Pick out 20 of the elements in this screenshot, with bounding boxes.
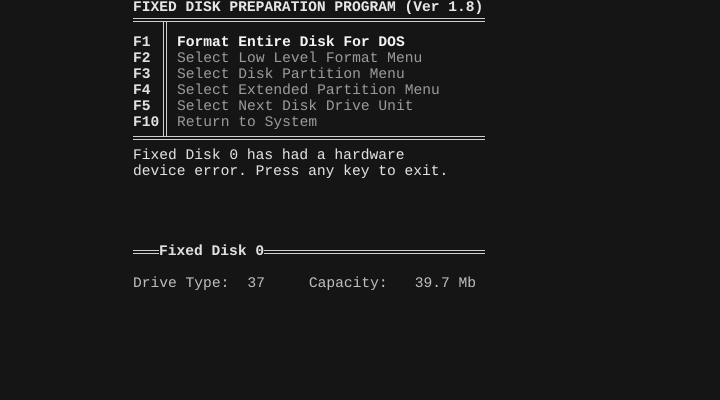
function-key: F10 (133, 115, 163, 131)
program-title: FIXED DISK PREPARATION PROGRAM (Ver 1.8) (133, 0, 484, 16)
menu-item[interactable]: Select Low Level Format Menu (177, 51, 440, 67)
error-message: device error. Press any key to exit. (133, 164, 450, 180)
menu-item[interactable]: Select Next Disk Drive Unit (177, 99, 440, 115)
function-key: F2 (133, 51, 163, 67)
menu-item[interactable]: Select Disk Partition Menu (177, 67, 440, 83)
panel-title: Fixed Disk 0 (159, 244, 264, 260)
menu-item[interactable]: Format Entire Disk For DOS (177, 35, 440, 51)
drive-type-value: 37 (247, 276, 265, 292)
error-message: Fixed Disk 0 has had a hardware (133, 148, 406, 164)
function-key: F3 (133, 67, 163, 83)
drive-type-label: Drive Type: (133, 276, 230, 292)
menu-item[interactable]: Select Extended Partition Menu (177, 83, 440, 99)
function-key: F5 (133, 99, 163, 115)
function-key: F1 (133, 35, 163, 51)
capacity-label: Capacity: (308, 276, 388, 292)
capacity-value: 39.7 Mb (414, 276, 476, 292)
function-key: F4 (133, 83, 163, 99)
menu-item[interactable]: Return to System (177, 115, 440, 131)
